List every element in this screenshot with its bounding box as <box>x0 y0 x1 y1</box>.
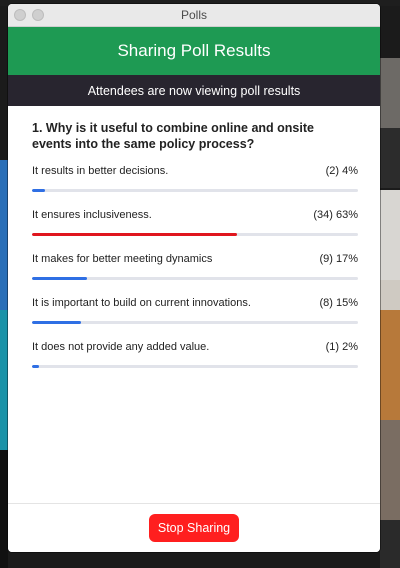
option-label: It ensures inclusiveness. <box>32 209 152 221</box>
window-titlebar[interactable]: Polls <box>8 4 380 27</box>
result-bar-fill <box>32 321 81 324</box>
background-video-tile <box>380 128 400 188</box>
option-label: It results in better decisions. <box>32 165 169 177</box>
option-result: (34) 63% <box>313 209 358 221</box>
stop-sharing-button[interactable]: Stop Sharing <box>148 514 240 542</box>
result-bar-track <box>32 189 358 192</box>
option-result: (8) 15% <box>319 297 358 309</box>
background-video-tile <box>380 190 400 280</box>
result-bar-track <box>32 277 358 280</box>
poll-header: Sharing Poll Results <box>8 27 380 75</box>
background-video-tile <box>0 160 8 310</box>
option-result: (9) 17% <box>319 253 358 265</box>
option-label: It is important to build on current inno… <box>32 297 251 309</box>
poll-option: It results in better decisions. (2) 4% <box>32 165 358 192</box>
option-label: It makes for better meeting dynamics <box>32 253 213 265</box>
poll-footer: Stop Sharing <box>8 503 380 552</box>
background-video-tile <box>380 310 400 420</box>
options-list: It results in better decisions. (2) 4% I… <box>32 165 358 368</box>
background-video-tile <box>380 280 400 310</box>
minimize-window-icon[interactable] <box>32 9 44 21</box>
status-banner: Attendees are now viewing poll results <box>8 75 380 106</box>
option-label: It does not provide any added value. <box>32 341 210 353</box>
window-title: Polls <box>180 8 207 22</box>
background-video-tile <box>380 58 400 128</box>
result-bar-fill <box>32 189 46 192</box>
result-bar-fill <box>32 233 238 236</box>
result-bar-fill <box>32 365 39 368</box>
result-bar-track <box>32 321 358 324</box>
poll-option: It is important to build on current inno… <box>32 297 358 324</box>
background-video-tile <box>380 420 400 520</box>
poll-option: It does not provide any added value. (1)… <box>32 341 358 368</box>
polls-window: Polls Sharing Poll Results Attendees are… <box>8 4 380 552</box>
option-result: (2) 4% <box>325 165 358 177</box>
poll-question: 1. Why is it useful to combine online an… <box>32 121 314 151</box>
option-result: (1) 2% <box>325 341 358 353</box>
poll-option: It makes for better meeting dynamics (9)… <box>32 253 358 280</box>
status-text: Attendees are now viewing poll results <box>87 83 301 98</box>
close-window-icon[interactable] <box>14 9 26 21</box>
background-video-tile <box>0 310 8 450</box>
result-bar-track <box>32 365 358 368</box>
background-video-tile <box>380 520 400 568</box>
poll-results: 1. Why is it useful to combine online an… <box>8 106 380 368</box>
result-bar-fill <box>32 277 88 280</box>
poll-option: It ensures inclusiveness. (34) 63% <box>32 209 358 236</box>
background-video-tile <box>0 450 8 568</box>
poll-header-title: Sharing Poll Results <box>117 41 271 60</box>
result-bar-track <box>32 233 358 236</box>
